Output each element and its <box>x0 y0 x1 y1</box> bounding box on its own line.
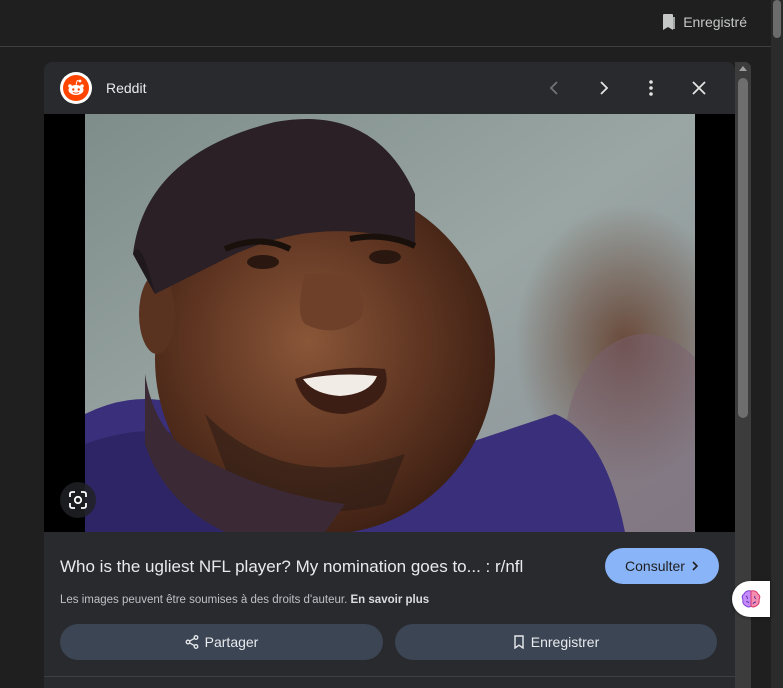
page-scrollbar[interactable] <box>771 0 783 688</box>
source-name[interactable]: Reddit <box>106 80 146 96</box>
google-lens-icon <box>69 491 87 509</box>
bookmark-icon <box>663 14 675 30</box>
lens-search-button[interactable] <box>60 482 96 518</box>
visit-button[interactable]: Consulter <box>605 548 719 584</box>
scroll-up-arrow[interactable] <box>739 66 747 71</box>
chevron-right-icon <box>692 561 699 571</box>
divider <box>44 676 735 677</box>
visit-label: Consulter <box>625 558 685 574</box>
result-title[interactable]: Who is the ugliest NFL player? My nomina… <box>60 557 523 577</box>
image-preview-panel: Reddit Who is the ugliest NFL player? My… <box>44 62 735 688</box>
save-button[interactable]: Enregistrer <box>395 624 717 660</box>
share-label: Partager <box>204 634 259 650</box>
close-icon <box>692 81 706 95</box>
chevron-right-icon <box>600 81 609 95</box>
image-container <box>44 114 735 532</box>
share-icon <box>185 635 199 649</box>
saved-link[interactable]: Enregistré <box>661 13 747 31</box>
panel-scrollbar-thumb[interactable] <box>738 78 748 418</box>
more-vert-icon <box>649 80 653 96</box>
chevron-left-icon <box>549 81 558 95</box>
saved-label: Enregistré <box>683 14 747 30</box>
more-options-button[interactable] <box>639 76 663 100</box>
preview-photo[interactable] <box>85 114 695 532</box>
panel-header: Reddit <box>44 62 735 114</box>
share-button[interactable]: Partager <box>60 624 383 660</box>
close-button[interactable] <box>687 76 711 100</box>
save-label: Enregistrer <box>530 634 600 650</box>
reddit-logo[interactable] <box>60 72 92 104</box>
brain-icon <box>741 590 761 608</box>
previous-button[interactable] <box>543 76 567 100</box>
copyright-notice: Les images peuvent être soumises à des d… <box>60 594 429 606</box>
page-scrollbar-thumb[interactable] <box>773 0 781 38</box>
extension-button[interactable] <box>732 581 770 617</box>
top-bar: Enregistré <box>0 0 771 47</box>
copyright-text: Les images peuvent être soumises à des d… <box>60 594 348 606</box>
bookmark-icon <box>514 635 524 649</box>
learn-more-link[interactable]: En savoir plus <box>351 594 430 606</box>
reddit-icon <box>63 75 89 101</box>
next-button[interactable] <box>591 76 615 100</box>
